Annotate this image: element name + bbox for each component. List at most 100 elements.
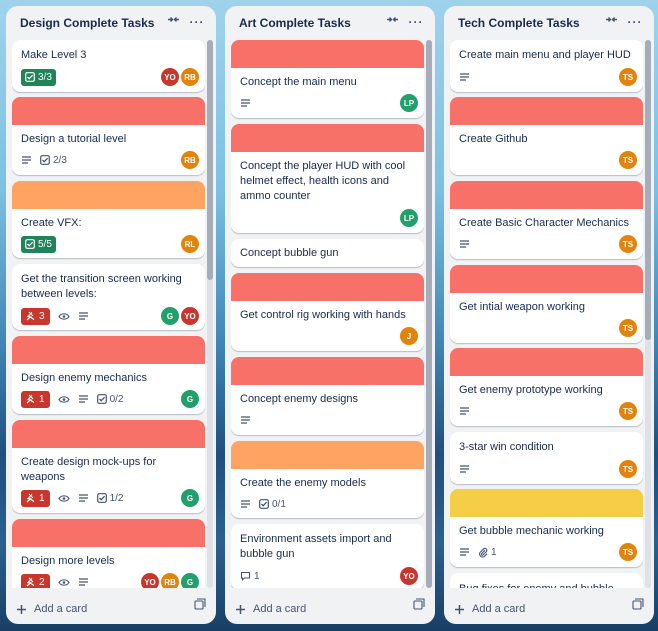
avatar[interactable]: YO — [161, 68, 179, 86]
card[interactable]: 3-star win condition TS — [450, 432, 643, 484]
card-cover — [450, 97, 643, 125]
checklist-icon — [96, 493, 107, 503]
attachment-icon — [478, 547, 488, 558]
avatar[interactable]: RB — [181, 151, 199, 169]
avatar[interactable]: TS — [619, 319, 637, 337]
card-cover — [231, 357, 424, 385]
avatar[interactable]: RB — [181, 68, 199, 86]
card[interactable]: Bug fixes for enemy and bubble — [450, 573, 643, 588]
card[interactable]: Get control rig working with hands J — [231, 273, 424, 351]
checklist-icon — [259, 499, 269, 509]
scrollbar-thumb[interactable] — [207, 40, 213, 280]
card-title: Create Github — [459, 133, 528, 145]
more-options-icon[interactable]: ··· — [626, 13, 644, 31]
avatar[interactable]: J — [400, 327, 418, 345]
add-card-button[interactable]: Add a card — [16, 603, 87, 615]
card[interactable]: Create VFX: 5/5 RL — [12, 181, 205, 258]
avatar[interactable]: TS — [619, 460, 637, 478]
card-title: Create Basic Character Mechanics — [459, 217, 629, 229]
card[interactable]: Design more levels 2 YO RB G — [12, 519, 205, 588]
avatar[interactable]: LP — [400, 94, 418, 112]
card-title: 3-star win condition — [459, 441, 554, 453]
avatar[interactable]: G — [181, 390, 199, 408]
avatar[interactable]: TS — [619, 151, 637, 169]
avatar[interactable]: YO — [181, 307, 199, 325]
description-icon — [240, 415, 251, 425]
card[interactable]: Get enemy prototype working TS — [450, 348, 643, 426]
card[interactable]: Create the enemy models 0/1 — [231, 441, 424, 518]
card-badges: 1 0/2 — [21, 390, 123, 408]
more-options-icon[interactable]: ··· — [188, 13, 206, 31]
avatar[interactable]: TS — [619, 68, 637, 86]
description-icon — [78, 311, 89, 321]
avatar[interactable]: G — [181, 489, 199, 507]
collapse-icon[interactable] — [383, 13, 401, 31]
card[interactable]: Concept enemy designs — [231, 357, 424, 435]
scrollbar[interactable] — [207, 40, 213, 588]
avatar[interactable]: G — [181, 573, 199, 588]
card[interactable]: Concept bubble gun — [231, 239, 424, 267]
list-title[interactable]: Tech Complete Tasks — [458, 16, 580, 30]
avatar[interactable]: YO — [400, 567, 418, 585]
card[interactable]: Concept the player HUD with cool helmet … — [231, 124, 424, 233]
create-from-template-icon[interactable] — [632, 597, 644, 615]
alert-count: 1 — [39, 393, 45, 405]
scrollbar[interactable] — [426, 40, 432, 588]
card[interactable]: Create Github TS — [450, 97, 643, 175]
checklist-count: 1/2 — [109, 492, 124, 504]
card[interactable]: Get intial weapon working TS — [450, 265, 643, 343]
alert-count: 1 — [39, 492, 45, 504]
description-icon — [459, 239, 470, 249]
checklist-badge: 2/3 — [40, 152, 67, 169]
card[interactable]: Concept the main menu LP — [231, 40, 424, 118]
avatar[interactable]: TS — [619, 235, 637, 253]
card[interactable]: Design a tutorial level 2/3 RB — [12, 97, 205, 175]
card[interactable]: Create main menu and player HUD TS — [450, 40, 643, 92]
checklist-badge: 5/5 — [21, 235, 56, 253]
list-column: Art Complete Tasks ··· Concept the main me… — [225, 6, 435, 624]
alert-badge: 2 — [21, 573, 50, 588]
collapse-icon[interactable] — [164, 13, 182, 31]
create-from-template-icon[interactable] — [194, 597, 206, 615]
avatar[interactable]: RL — [181, 235, 199, 253]
add-card-button[interactable]: Add a card — [235, 603, 306, 615]
collapse-icon[interactable] — [602, 13, 620, 31]
card-badges: 2 — [21, 573, 89, 588]
watch-icon — [57, 578, 70, 587]
avatar[interactable]: TS — [619, 543, 637, 561]
card-cover — [12, 181, 205, 209]
avatar[interactable]: YO — [141, 573, 159, 588]
card[interactable]: Get the transition screen working betwee… — [12, 264, 205, 330]
scrollbar[interactable] — [645, 40, 651, 588]
card[interactable]: Create Basic Character Mechanics TS — [450, 181, 643, 259]
card-list: Make Level 3 3/3 YO RB Design a tutorial lev… — [12, 40, 205, 588]
card-members: G — [181, 390, 199, 408]
card-cover — [450, 348, 643, 376]
add-card-button[interactable]: Add a card — [454, 603, 525, 615]
list-title[interactable]: Design Complete Tasks — [20, 16, 154, 30]
card-cover — [12, 519, 205, 547]
avatar[interactable]: G — [161, 307, 179, 325]
card-cover — [231, 124, 424, 152]
card[interactable]: Make Level 3 3/3 YO RB — [12, 40, 205, 92]
card[interactable]: Design enemy mechanics 1 0/2 G — [12, 336, 205, 414]
card[interactable]: Environment assets import and bubble gun… — [231, 524, 424, 588]
more-options-icon[interactable]: ··· — [407, 13, 425, 31]
card[interactable]: Create design mock-ups for weapons 1 1/2 G — [12, 420, 205, 513]
create-from-template-icon[interactable] — [413, 597, 425, 615]
avatar[interactable]: LP — [400, 209, 418, 227]
list-header: Tech Complete Tasks ··· — [444, 6, 654, 38]
card[interactable]: Get bubble mechanic working 1 TS — [450, 489, 643, 567]
checklist-icon — [40, 155, 50, 165]
avatar[interactable]: TS — [619, 402, 637, 420]
scrollbar-thumb[interactable] — [645, 40, 651, 340]
checklist-icon — [96, 394, 107, 404]
scrollbar-thumb[interactable] — [426, 40, 432, 588]
checklist-count: 2/3 — [53, 154, 67, 166]
alert-badge: 1 — [21, 390, 50, 408]
card-title: Get control rig working with hands — [240, 309, 406, 321]
list-title[interactable]: Art Complete Tasks — [239, 16, 351, 30]
card-members: YO — [400, 567, 418, 585]
avatar[interactable]: RB — [161, 573, 179, 588]
card-members: TS — [619, 543, 637, 561]
